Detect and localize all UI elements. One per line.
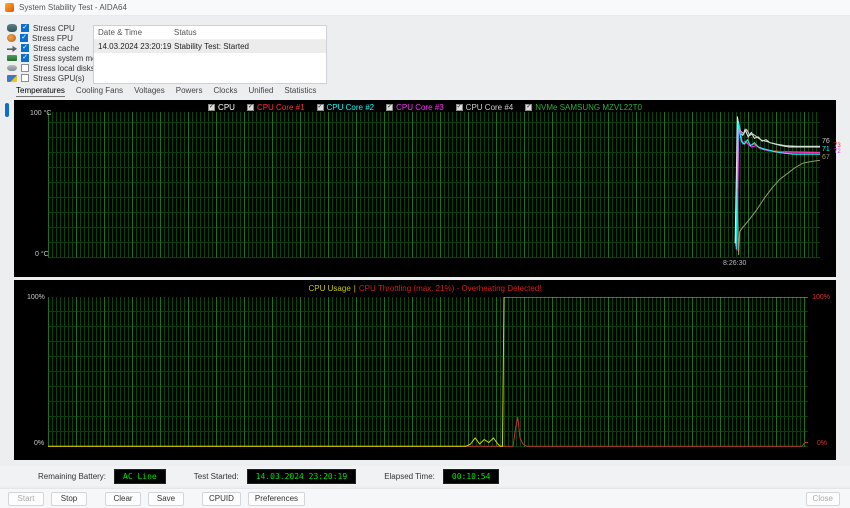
vertical-scrollbar-thumb[interactable] bbox=[5, 103, 9, 117]
battery-value: AC Line bbox=[114, 468, 166, 484]
tab-cooling-fans[interactable]: Cooling Fans bbox=[76, 86, 123, 97]
elapsed-time-label: Elapsed Time: bbox=[384, 471, 435, 481]
test-started-label: Test Started: bbox=[193, 471, 239, 481]
legend-label: CPU Core #2 bbox=[326, 103, 375, 112]
log-table-header: Date & Time Status bbox=[94, 26, 326, 40]
legend-label: CPU Core #4 bbox=[465, 103, 514, 112]
usage-left-max-label: 100% bbox=[27, 294, 45, 301]
elapsed-time-value: 00:10:54 bbox=[442, 468, 500, 484]
close-button[interactable]: Close bbox=[805, 491, 840, 506]
legend-label: CPU bbox=[218, 103, 235, 112]
usage-right-max-label: 100% bbox=[812, 294, 830, 301]
legend-checkbox[interactable]: ✓ bbox=[246, 104, 254, 111]
title-bar: System Stability Test - AIDA64 bbox=[0, 0, 850, 16]
usage-title-text: CPU Usage bbox=[308, 284, 351, 293]
legend-checkbox[interactable]: ✓ bbox=[455, 104, 463, 111]
throttling-alert-text: CPU Throttling (max. 21%) - Overheating … bbox=[358, 284, 542, 293]
temperature-chart bbox=[734, 116, 820, 256]
current-value: 71 bbox=[822, 146, 830, 153]
usage-chart bbox=[48, 297, 808, 447]
legend-checkbox[interactable]: ✓ bbox=[208, 104, 216, 111]
cpuid-button[interactable]: CPUID bbox=[202, 491, 241, 506]
status-bar: Remaining Battery: AC Line Test Started:… bbox=[0, 466, 850, 486]
legend-item[interactable]: ✓ CPU bbox=[208, 103, 235, 112]
tab-unified[interactable]: Unified bbox=[248, 86, 273, 97]
legend-item[interactable]: ✓ NVMe SAMSUNG MZVL22T0 bbox=[525, 103, 642, 112]
tab-statistics[interactable]: Statistics bbox=[284, 86, 316, 97]
legend-label: CPU Core #1 bbox=[256, 103, 305, 112]
stress-label: Stress FPU bbox=[32, 33, 73, 43]
preferences-button[interactable]: Preferences bbox=[247, 491, 306, 506]
chart-tabs: Temperatures Cooling Fans Voltages Powers Cl… bbox=[16, 86, 316, 97]
stress-label: Stress GPU(s) bbox=[33, 73, 85, 83]
clear-button[interactable]: Clear bbox=[105, 491, 141, 506]
gpu-icon bbox=[7, 74, 17, 82]
legend-item[interactable]: ✓ CPU Core #2 bbox=[316, 103, 375, 112]
usage-right-min-label: 0% bbox=[816, 440, 827, 447]
legend-label: NVMe SAMSUNG MZVL22T0 bbox=[535, 103, 642, 112]
title-separator: | bbox=[353, 284, 356, 293]
log-datetime: 14.03.2024 23:20:19 bbox=[98, 42, 172, 51]
log-status: Stability Test: Started bbox=[174, 42, 249, 51]
legend-checkbox[interactable]: ✓ bbox=[316, 104, 324, 111]
stress-label: Stress local disks bbox=[33, 63, 95, 73]
legend-item[interactable]: ✓ CPU Core #4 bbox=[455, 103, 514, 112]
disk-icon bbox=[7, 65, 17, 71]
save-button[interactable]: Save bbox=[148, 491, 184, 506]
stress-label: Stress cache bbox=[33, 43, 80, 53]
current-value: 76 bbox=[822, 138, 830, 145]
start-button[interactable]: Start bbox=[8, 491, 44, 506]
spike-time-label: 8:26:30 bbox=[723, 260, 747, 267]
temperature-plot-area bbox=[48, 112, 820, 258]
tab-powers[interactable]: Powers bbox=[176, 86, 203, 97]
column-header-status[interactable]: Status bbox=[174, 28, 326, 37]
cache-icon bbox=[7, 45, 17, 52]
log-table-row[interactable]: 14.03.2024 23:20:19 Stability Test: Star… bbox=[94, 40, 326, 53]
legend-label: CPU Core #3 bbox=[396, 103, 444, 112]
cpu-icon bbox=[7, 24, 17, 32]
test-started-value: 14.03.2024 23:20:19 bbox=[246, 468, 357, 484]
column-header-datetime[interactable]: Date & Time bbox=[98, 28, 174, 37]
usage-chart-title: CPU Usage | CPU Throttling (max. 21%) - Ov… bbox=[14, 284, 836, 293]
stop-button[interactable]: Stop bbox=[51, 491, 87, 506]
tab-clocks[interactable]: Clocks bbox=[213, 86, 237, 97]
fpu-icon bbox=[7, 34, 16, 42]
temp-axis-min-label: 0 °C bbox=[35, 251, 49, 258]
legend-item[interactable]: ✓ CPU Core #1 bbox=[246, 103, 305, 112]
stress-checkbox[interactable]: ✓ bbox=[21, 44, 29, 52]
button-bar: Start Stop Clear Save CPUID Preferences … bbox=[0, 488, 850, 508]
current-value: 72 bbox=[834, 149, 841, 155]
app-icon bbox=[5, 3, 14, 12]
tab-temperatures[interactable]: Temperatures bbox=[16, 86, 65, 97]
temp-axis-max-label: 100 °C bbox=[30, 110, 52, 117]
tab-voltages[interactable]: Voltages bbox=[134, 86, 165, 97]
window-title: System Stability Test - AIDA64 bbox=[19, 3, 127, 12]
legend-checkbox[interactable]: ✓ bbox=[386, 104, 394, 111]
stress-checkbox[interactable]: ✓ bbox=[21, 54, 29, 62]
temperature-chart-panel: ✓ CPU ✓ CPU Core #1 ✓ CPU Core #2 ✓ CPU … bbox=[14, 100, 841, 277]
cpu-usage-chart-panel: CPU Usage | CPU Throttling (max. 21%) - Ov… bbox=[14, 280, 836, 460]
memory-icon bbox=[7, 55, 17, 61]
usage-plot-area bbox=[48, 297, 808, 447]
stress-checkbox[interactable]: ✓ bbox=[21, 24, 29, 32]
legend-item[interactable]: ✓ CPU Core #3 bbox=[386, 103, 444, 112]
battery-label: Remaining Battery: bbox=[38, 471, 107, 481]
current-value: 67 bbox=[822, 154, 830, 161]
stress-label: Stress CPU bbox=[33, 23, 75, 33]
stress-checkbox[interactable] bbox=[21, 64, 29, 72]
usage-left-min-label: 0% bbox=[34, 440, 45, 447]
event-log-table: Date & Time Status 14.03.2024 23:20:19 S… bbox=[93, 25, 327, 84]
legend-checkbox[interactable]: ✓ bbox=[525, 104, 533, 111]
stress-checkbox[interactable]: ✓ bbox=[20, 34, 28, 42]
temperature-legend: ✓ CPU ✓ CPU Core #1 ✓ CPU Core #2 ✓ CPU … bbox=[14, 103, 836, 112]
stress-checkbox[interactable] bbox=[21, 74, 29, 82]
